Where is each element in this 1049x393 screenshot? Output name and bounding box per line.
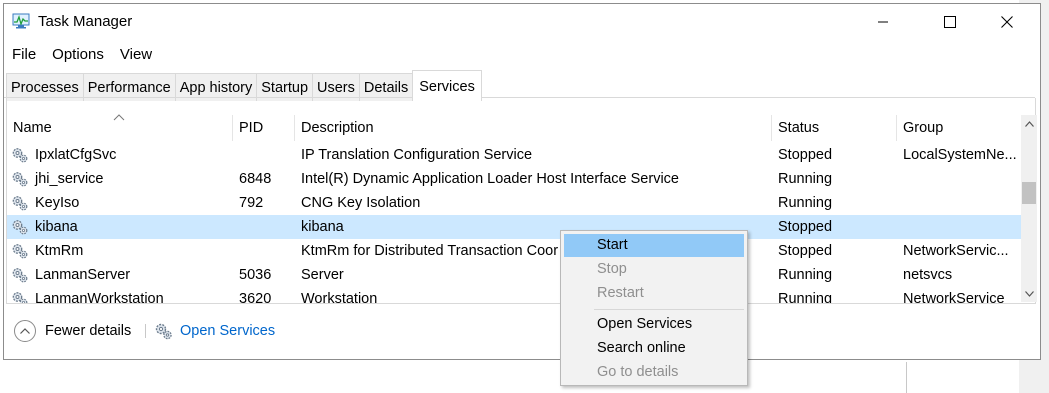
column-header-description[interactable]: Description — [295, 115, 772, 141]
cell-status: Running — [778, 171, 833, 187]
chevron-up-icon — [1024, 120, 1034, 127]
context-item-start[interactable]: Start — [564, 234, 744, 257]
cell-name: jhi_service — [35, 171, 104, 187]
context-menu: Start Stop Restart Open Services Search … — [560, 230, 748, 386]
cell-pid: 3620 — [239, 291, 272, 303]
column-header-group[interactable]: Group — [897, 115, 1021, 141]
cell-pid — [233, 215, 295, 239]
vertical-scrollbar[interactable] — [1021, 115, 1037, 302]
context-item-stop[interactable]: Stop — [564, 258, 744, 281]
column-header-name[interactable]: Name — [7, 115, 233, 141]
cell-status: Running — [778, 267, 833, 283]
background-divider — [906, 362, 907, 393]
cell-group — [897, 167, 1021, 191]
task-manager-window: Task Manager File Options View Processes… — [3, 3, 1041, 360]
cell-pid — [233, 239, 295, 263]
cell-status: Stopped — [778, 147, 833, 163]
cell-pid — [233, 143, 295, 167]
scroll-down-button[interactable] — [1021, 285, 1037, 302]
cell-name: IpxlatCfgSvc — [35, 147, 117, 163]
close-icon — [1001, 16, 1013, 28]
task-manager-icon — [12, 13, 30, 29]
cell-group — [897, 191, 1021, 215]
window-title: Task Manager — [38, 13, 133, 30]
context-item-restart[interactable]: Restart — [564, 282, 744, 305]
cell-status: Running — [778, 195, 833, 211]
footer-separator — [145, 324, 146, 338]
close-button[interactable] — [984, 4, 1030, 40]
table-row[interactable]: IpxlatCfgSvc IP Translation Configuration… — [7, 143, 1021, 167]
cell-name: LanmanWorkstation — [35, 291, 164, 303]
cell-group: LocalSystemNe... — [903, 147, 1017, 163]
cell-status: Stopped — [778, 243, 833, 259]
cell-description: CNG Key Isolation — [301, 195, 421, 211]
cell-description: IP Translation Configuration Service — [301, 147, 533, 163]
scroll-up-button[interactable] — [1021, 115, 1037, 132]
menu-file[interactable]: File — [4, 43, 44, 67]
open-services-link[interactable]: Open Services — [154, 321, 275, 341]
maximize-button[interactable] — [927, 4, 973, 40]
column-header-pid[interactable]: PID — [233, 115, 295, 141]
cell-group: NetworkService — [903, 291, 1005, 303]
scroll-thumb[interactable] — [1022, 182, 1036, 204]
cell-name: kibana — [35, 219, 78, 235]
table-row[interactable]: LanmanServer 5036 Server Running netsvcs — [7, 263, 1021, 287]
services-panel: Name PID Description Status Group Ipxlat… — [6, 98, 1037, 304]
menu-bar: File Options View — [4, 43, 1040, 67]
table-row[interactable]: KtmRm KtmRm for Distributed Transaction C… — [7, 239, 1021, 263]
cell-group — [897, 215, 1021, 239]
minimize-icon — [878, 21, 888, 23]
cell-status: Running — [778, 291, 833, 303]
title-bar[interactable]: Task Manager — [4, 4, 1040, 40]
context-item-search-online[interactable]: Search online — [564, 337, 744, 360]
table-row[interactable]: KeyIso 792 CNG Key Isolation Running — [7, 191, 1021, 215]
menu-options[interactable]: Options — [44, 43, 112, 67]
cell-name: KtmRm — [35, 243, 84, 259]
tab-services[interactable]: Services — [412, 70, 482, 101]
table-header: Name PID Description Status Group — [7, 114, 1021, 141]
cell-pid: 5036 — [239, 267, 272, 283]
table-row[interactable]: LanmanWorkstation 3620 Workstation Running N… — [7, 287, 1021, 303]
chevron-up-circle-icon — [14, 320, 36, 342]
cell-pid: 792 — [239, 195, 264, 211]
cell-name: KeyIso — [35, 195, 80, 211]
table-row[interactable]: jhi_service 6848 Intel(R) Dynamic Applicat… — [7, 167, 1021, 191]
context-item-go-to-details[interactable]: Go to details — [564, 361, 744, 384]
maximize-icon — [944, 16, 956, 28]
context-item-open-services[interactable]: Open Services — [564, 313, 744, 336]
fewer-details-label: Fewer details — [45, 323, 132, 339]
services-gear-icon — [155, 323, 172, 340]
cell-name: LanmanServer — [35, 267, 131, 283]
cell-group: NetworkServic... — [903, 243, 1009, 259]
column-header-status[interactable]: Status — [772, 115, 897, 141]
menu-view[interactable]: View — [112, 43, 160, 67]
cell-pid: 6848 — [239, 171, 272, 187]
minimize-button[interactable] — [860, 4, 906, 40]
table-row[interactable]: kibana kibana Stopped — [7, 215, 1021, 239]
footer-bar: Fewer details Open Services — [4, 307, 1040, 359]
open-services-label: Open Services — [180, 323, 276, 339]
chevron-down-icon — [1024, 290, 1034, 297]
fewer-details-button[interactable]: Fewer details — [14, 320, 131, 342]
cell-status: Stopped — [778, 219, 833, 235]
cell-group: netsvcs — [903, 267, 953, 283]
services-list: IpxlatCfgSvc IP Translation Configuration… — [7, 143, 1021, 303]
tab-bar: Processes Performance App history Startu… — [6, 70, 1036, 101]
context-separator — [594, 309, 744, 310]
cell-description: Intel(R) Dynamic Application Loader Host… — [301, 171, 679, 187]
